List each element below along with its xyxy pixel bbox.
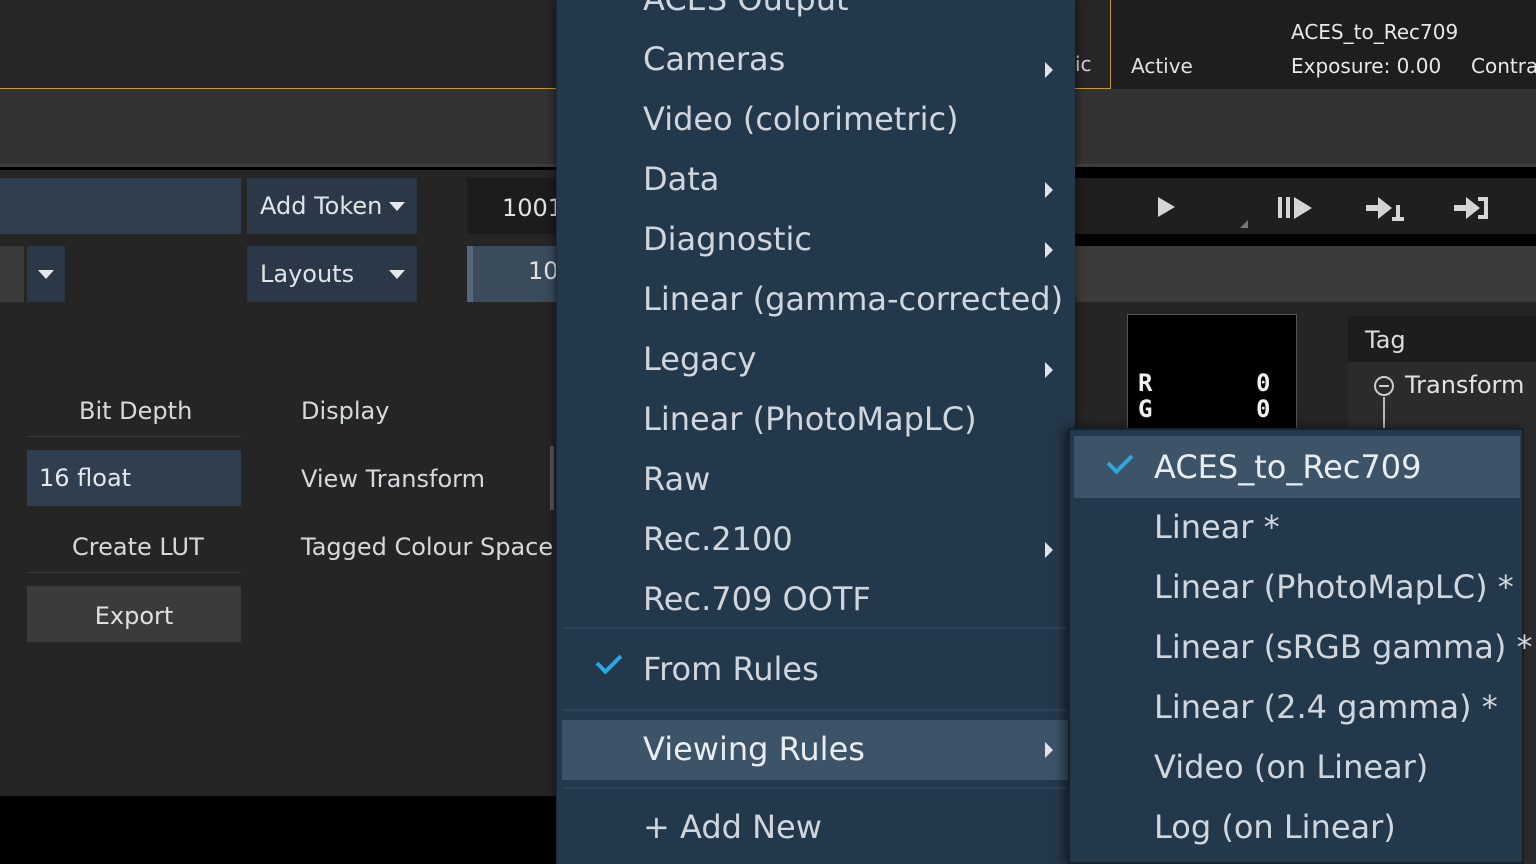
menu-item-cameras[interactable]: Cameras	[643, 40, 785, 78]
frame-start-field[interactable]: 1001	[467, 178, 563, 234]
viewing-rules-submenu: ACES_to_Rec709 Linear * Linear (PhotoMapLC…	[1068, 428, 1532, 864]
transport-bar	[1074, 178, 1536, 234]
contrast-label: Contra	[1471, 54, 1536, 78]
r-channel-label: R	[1138, 369, 1153, 397]
tagged-colour-space-label: Tagged Colour Space	[301, 533, 554, 561]
chevron-right-icon	[1045, 62, 1053, 78]
toolbar-band-right	[1074, 89, 1536, 167]
status-partial-label: ic	[1075, 52, 1092, 76]
menu-item-diagnostic[interactable]: Diagnostic	[643, 220, 812, 258]
submenu-item-linear-srgb-gamma[interactable]: Linear (sRGB gamma) *	[1154, 628, 1532, 666]
menu-item-linear-gamma-corrected[interactable]: Linear (gamma-corrected)	[643, 280, 1063, 318]
resize-corner-icon	[1240, 220, 1248, 228]
add-token-label: Add Token	[260, 192, 383, 220]
menu-item-rec-709-ootf[interactable]: Rec.709 OOTF	[643, 580, 871, 618]
submenu-item-linear-photomaplc[interactable]: Linear (PhotoMapLC) *	[1154, 568, 1514, 606]
display-label: Display	[301, 397, 390, 425]
menu-item-aces-output[interactable]: ACES Output	[643, 0, 849, 18]
menu-item-rec-2100[interactable]: Rec.2100	[643, 520, 793, 558]
menu-item-video-colorimetric[interactable]: Video (colorimetric)	[643, 100, 959, 138]
chevron-down-icon	[389, 270, 405, 279]
chevron-right-icon	[1045, 242, 1053, 258]
g-channel-label: G	[1138, 395, 1153, 423]
chevron-right-icon	[1045, 742, 1053, 758]
bit-depth-dropdown[interactable]: 16 float	[27, 450, 241, 506]
submenu-item-aces-to-rec709[interactable]: ACES_to_Rec709	[1154, 448, 1421, 486]
add-token-dropdown[interactable]: Add Token	[247, 178, 417, 234]
layouts-label: Layouts	[260, 260, 355, 288]
status-panel: ic	[1074, 0, 1111, 89]
view-name-label: ACES_to_Rec709	[1291, 20, 1459, 44]
menu-item-legacy[interactable]: Legacy	[643, 340, 756, 378]
bottom-area	[0, 796, 556, 864]
timeline-track[interactable]	[1074, 246, 1536, 302]
divider	[27, 436, 241, 437]
frame-current-field[interactable]: 10	[467, 246, 559, 302]
chevron-down-icon	[38, 270, 54, 279]
collapse-node-icon[interactable]	[1374, 376, 1394, 396]
tree-item-transform[interactable]: Transform	[1405, 371, 1524, 399]
menu-item-from-rules[interactable]: From Rules	[643, 650, 819, 688]
scrollbar-handle[interactable]	[550, 446, 554, 510]
path-dropdown[interactable]	[27, 246, 65, 302]
menu-separator	[563, 709, 1069, 711]
step-forward-icon[interactable]	[1278, 197, 1318, 219]
top-bar	[0, 0, 556, 89]
menu-item-viewing-rules[interactable]: Viewing Rules	[562, 720, 1068, 780]
go-to-end-icon[interactable]	[1454, 197, 1494, 221]
menu-item-raw[interactable]: Raw	[643, 460, 710, 498]
menu-separator	[563, 787, 1069, 789]
menu-item-linear-photomaplc[interactable]: Linear (PhotoMapLC)	[643, 400, 977, 438]
colour-space-menu: ACES Output Cameras Video (colorimetric) Da…	[556, 0, 1075, 864]
export-button[interactable]: Export	[27, 586, 241, 642]
menu-separator	[563, 627, 1069, 629]
g-channel-value: 0	[1256, 395, 1271, 423]
play-icon[interactable]	[1158, 197, 1175, 217]
chevron-right-icon	[1045, 182, 1053, 198]
chevron-right-icon	[1045, 542, 1053, 558]
view-transform-label: View Transform	[301, 465, 485, 493]
exposure-label: Exposure: 0.00	[1291, 54, 1442, 78]
menu-item-data[interactable]: Data	[643, 160, 719, 198]
tree-line	[1383, 397, 1385, 431]
chevron-right-icon	[1045, 362, 1053, 378]
r-channel-value: 0	[1256, 369, 1271, 397]
toolbar-band	[0, 89, 556, 167]
layouts-dropdown[interactable]: Layouts	[247, 246, 417, 302]
viewer-info-bar: Active ACES_to_Rec709 Exposure: 0.00 Con…	[1111, 0, 1536, 89]
status-active-label: Active	[1131, 54, 1193, 78]
submenu-item-log-on-linear[interactable]: Log (on Linear)	[1154, 808, 1396, 846]
pixel-readout: R 0 G 0	[1127, 314, 1297, 432]
menu-item-add-new[interactable]: + Add New	[643, 808, 822, 846]
jump-marker-icon[interactable]	[1366, 197, 1406, 221]
viewing-rules-label: Viewing Rules	[643, 730, 865, 768]
create-lut-label: Create LUT	[72, 533, 204, 561]
submenu-item-linear[interactable]: Linear *	[1154, 508, 1280, 546]
checkmark-icon	[595, 647, 623, 675]
submenu-item-video-on-linear[interactable]: Video (on Linear)	[1154, 748, 1428, 786]
submenu-item-linear-2-4-gamma[interactable]: Linear (2.4 gamma) *	[1154, 688, 1498, 726]
divider	[27, 572, 241, 573]
token-input[interactable]	[0, 178, 241, 234]
tree-header: Tag	[1348, 316, 1536, 362]
chevron-down-icon	[389, 202, 405, 211]
bit-depth-label: Bit Depth	[79, 397, 193, 425]
path-field[interactable]	[0, 246, 24, 302]
